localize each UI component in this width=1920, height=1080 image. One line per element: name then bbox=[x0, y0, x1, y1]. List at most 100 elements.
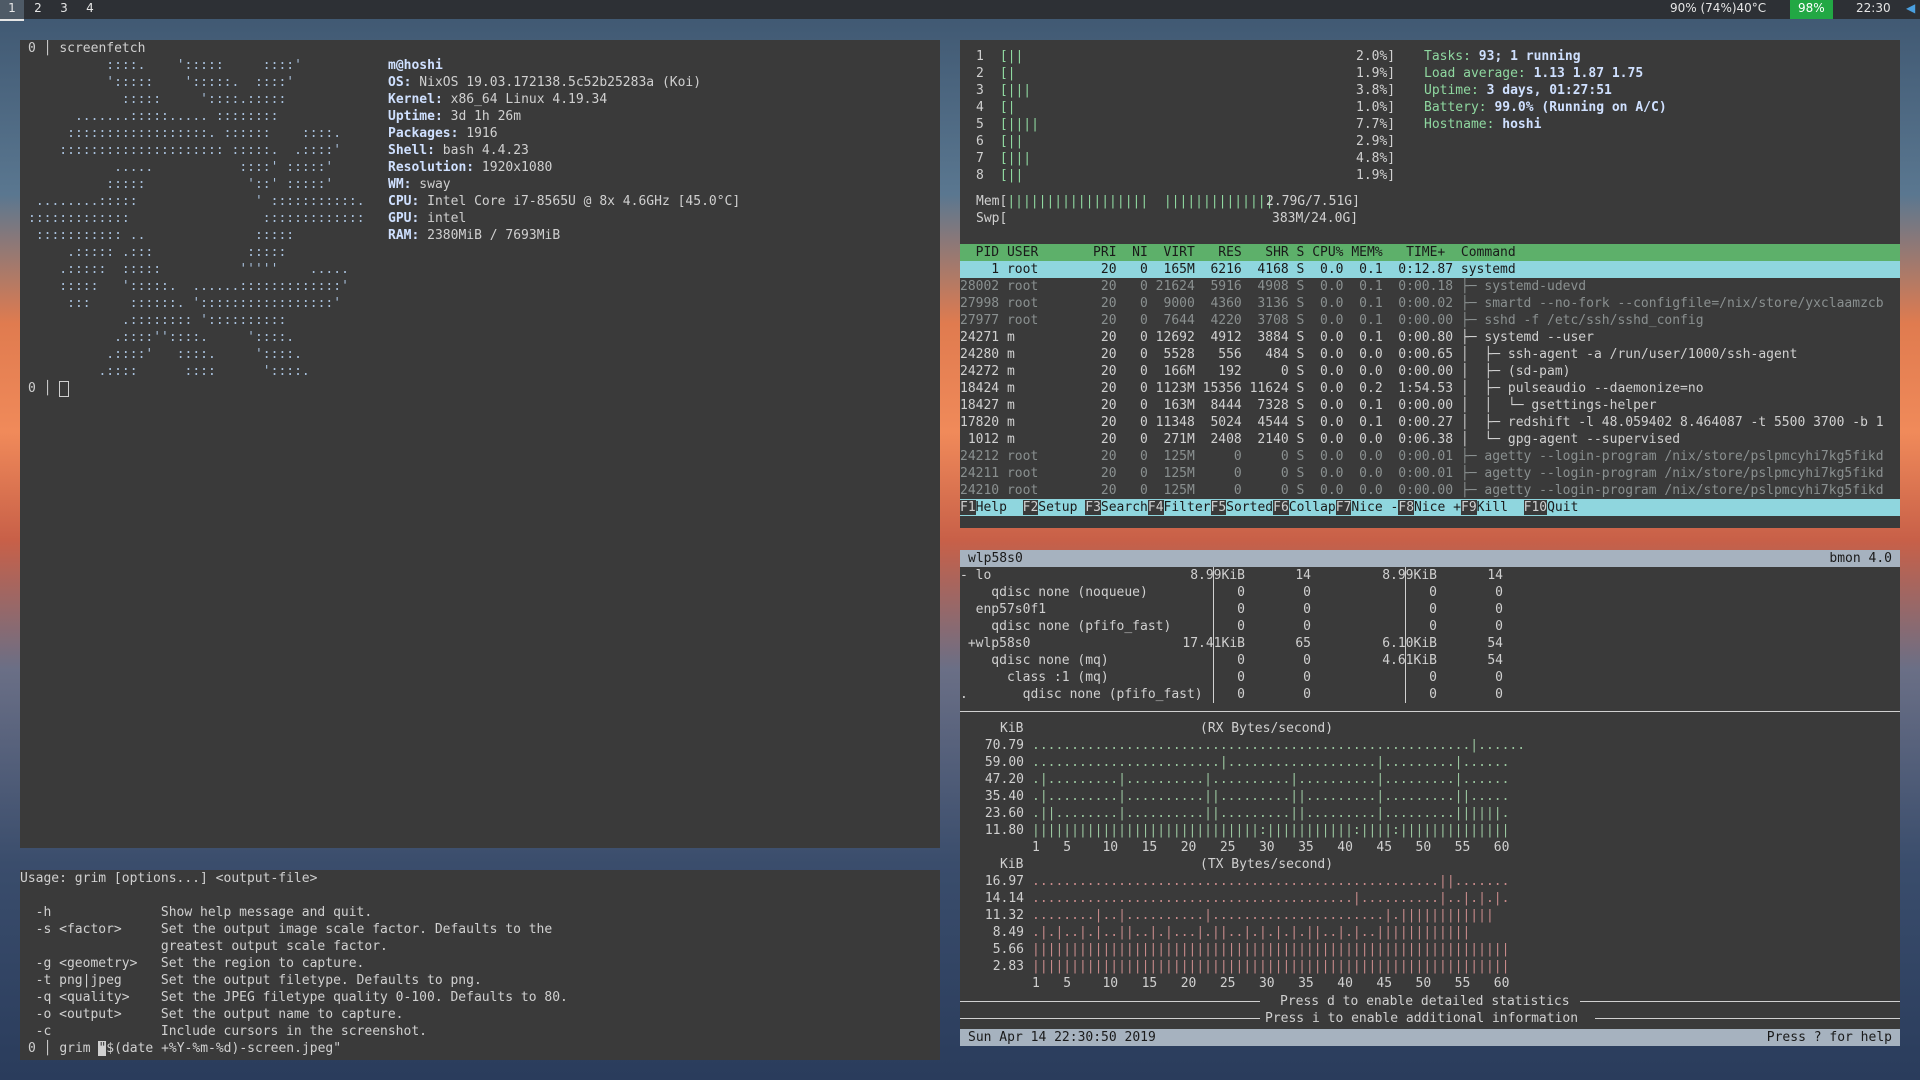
ascii-line: '::::: ':::::. ::::' bbox=[28, 75, 295, 90]
process-row[interactable]: 24210 root 20 0 125M 0 0 S 0.0 0.0 0:00.… bbox=[960, 482, 1900, 499]
process-row[interactable]: 27998 root 20 0 9000 4360 3136 S 0.0 0.1… bbox=[960, 295, 1900, 312]
summary-row: Tasks: 93; 1 running bbox=[1424, 48, 1581, 65]
fkey-f2[interactable]: F2 bbox=[1022, 500, 1039, 515]
cpu-number: 5 bbox=[976, 117, 984, 132]
tray-arrow-icon[interactable]: ◀ bbox=[1906, 0, 1915, 19]
info-row: OS: NixOS 19.03.172138.5c52b25283a (Koi) bbox=[388, 74, 701, 91]
process-row[interactable]: 24212 root 20 0 125M 0 0 S 0.0 0.0 0:00.… bbox=[960, 448, 1900, 465]
ascii-line: ::::::::::::::::::::: :::::. .::::' bbox=[28, 143, 342, 158]
fkey-f8[interactable]: F8 bbox=[1398, 500, 1415, 515]
cpu-meter: 7 [||| 4.8%] bbox=[976, 150, 1416, 167]
process-table-header[interactable]: PID USER PRI NI VIRT RES SHR S CPU% MEM%… bbox=[960, 244, 1900, 261]
cpu-number: 6 bbox=[976, 134, 984, 149]
fkey-f3[interactable]: F3 bbox=[1085, 500, 1101, 515]
rx-bytes: 0 bbox=[1237, 670, 1245, 685]
process-row[interactable]: 24280 m 20 0 5528 556 484 S 0.0 0.0 0:00… bbox=[960, 346, 1900, 363]
rx-bytes: 8.99KiB bbox=[1190, 568, 1245, 583]
fkey-label[interactable]: Quit bbox=[1547, 500, 1829, 515]
msg-line-left-2 bbox=[960, 1018, 1260, 1019]
footer-help: Press ? for help bbox=[1766, 1030, 1892, 1045]
workspace-2-button[interactable]: 2 bbox=[26, 0, 50, 19]
fkey-label[interactable]: Help bbox=[975, 500, 1023, 515]
fkey-f1[interactable]: F1 bbox=[960, 500, 976, 515]
ascii-line: .:::: :::: '::::. bbox=[28, 364, 310, 379]
summary-row: Hostname: hoshi bbox=[1424, 116, 1541, 133]
interface-name: qdisc none (mq) bbox=[960, 653, 1109, 668]
ascii-line: ::: ::::::. ':::::::::::::::::' bbox=[28, 296, 342, 311]
fkey-f6[interactable]: F6 bbox=[1273, 500, 1289, 515]
process-row[interactable]: 28002 root 20 0 21624 5916 4908 S 0.0 0.… bbox=[960, 278, 1900, 295]
summary-key: Load average: bbox=[1424, 66, 1534, 81]
workspace-3-button[interactable]: 3 bbox=[52, 0, 76, 19]
process-row[interactable]: 18424 m 20 0 1123M 15356 11624 S 0.0 0.2… bbox=[960, 380, 1900, 397]
info-value: Intel Core i7-8565U @ 8x 4.6GHz [45.0°C] bbox=[419, 194, 741, 209]
msg-line-right-2 bbox=[1595, 1018, 1900, 1019]
tx-bytes: 4.61KiB bbox=[1382, 653, 1437, 668]
mem-bar: |||||||||||||||||| |||||||||||||| bbox=[1007, 194, 1274, 209]
workspace-4-button[interactable]: 4 bbox=[78, 0, 102, 19]
ascii-line: .::::' ::::. '::::. bbox=[28, 347, 302, 362]
fkey-f7[interactable]: F7 bbox=[1335, 500, 1352, 515]
tx-bytes: 0 bbox=[1429, 687, 1437, 702]
tx-packets: 0 bbox=[1495, 619, 1503, 634]
fkey-label[interactable]: Nice - bbox=[1351, 500, 1399, 515]
usage-line: -h Show help message and quit. bbox=[20, 905, 373, 920]
process-row[interactable]: 27977 root 20 0 7644 4220 3708 S 0.0 0.1… bbox=[960, 312, 1900, 329]
tx-packets: 0 bbox=[1495, 602, 1503, 617]
fkey-label[interactable]: Nice + bbox=[1414, 500, 1461, 515]
status-clock: 22:30 bbox=[1856, 1, 1891, 15]
info-value: bash 4.4.23 bbox=[434, 143, 529, 158]
cpu-percent: 7.7%] bbox=[1356, 117, 1396, 132]
ascii-line: .:::::::: ':::::::::: bbox=[28, 313, 287, 328]
fkey-label[interactable]: Kill bbox=[1476, 500, 1524, 515]
rx-y-tick: 70.79 bbox=[984, 738, 1024, 753]
process-row[interactable]: 1012 m 20 0 271M 2408 2140 S 0.0 0.0 0:0… bbox=[960, 431, 1900, 448]
rx-packets: 0 bbox=[1303, 602, 1311, 617]
process-row[interactable]: 1 root 20 0 165M 6216 4168 S 0.0 0.1 0:1… bbox=[960, 261, 1900, 278]
fkey-label[interactable]: Setup bbox=[1038, 500, 1086, 515]
process-row[interactable]: 24271 m 20 0 12692 4912 3884 S 0.0 0.1 0… bbox=[960, 329, 1900, 346]
tx-graph-row: ||||||||||||||||||||||||||||||||||||||||… bbox=[1032, 942, 1510, 957]
process-row[interactable]: 24272 m 20 0 166M 192 0 S 0.0 0.0 0:00.0… bbox=[960, 363, 1900, 380]
process-row[interactable]: 24211 root 20 0 125M 0 0 S 0.0 0.0 0:00.… bbox=[960, 465, 1900, 482]
usage-line: -t png|jpeg Set the output filetype. Def… bbox=[20, 973, 482, 988]
info-row: Kernel: x86_64 Linux 4.19.34 bbox=[388, 91, 607, 108]
fkey-f9[interactable]: F9 bbox=[1461, 500, 1477, 515]
bmon-terminal[interactable]: wlp58s0 bmon 4.0 - lo 8.99KiB 14 8.99KiB 14 q… bbox=[960, 550, 1900, 1046]
info-key: Resolution: bbox=[388, 160, 475, 175]
rx-packets: 0 bbox=[1303, 670, 1311, 685]
ascii-line: ........::::: ' :::::::::::. bbox=[28, 194, 365, 209]
fkey-label[interactable]: Filter bbox=[1163, 500, 1211, 515]
info-key: WM: bbox=[388, 177, 412, 192]
ascii-line: ::::: '::::.::::: bbox=[28, 92, 287, 107]
rx-graph-row: |||||||||||||||||||||||||||||:||||||||||… bbox=[1032, 823, 1510, 838]
cpu-bar: [| bbox=[999, 100, 1016, 115]
fkey-f10[interactable]: F10 bbox=[1523, 500, 1548, 515]
fkey-label[interactable]: Search bbox=[1100, 500, 1148, 515]
process-row[interactable]: 17820 m 20 0 11348 5024 4544 S 0.0 0.1 0… bbox=[960, 414, 1900, 431]
screenfetch-terminal[interactable]: 0 │ screenfetch ::::. '::::: ::::' '::::… bbox=[20, 40, 940, 848]
htop-terminal[interactable]: 1 [|| 2.0%] 2 [| 1.9%] 3 [||| 3.8%] 4 [| 1.0%] 5 [|||… bbox=[960, 40, 1900, 528]
fkey-label[interactable]: Collap bbox=[1288, 500, 1336, 515]
rx-y-tick: 11.80 bbox=[984, 823, 1024, 838]
function-key-bar: F1Help F2Setup F3SearchF4FilterF5SortedF… bbox=[960, 499, 1900, 516]
prompt-line-2: 0 │ bbox=[28, 380, 70, 397]
process-row[interactable]: 18427 m 20 0 163M 8444 7328 S 0.0 0.1 0:… bbox=[960, 397, 1900, 414]
cpu-meter: 6 [|| 2.9%] bbox=[976, 133, 1416, 150]
grim-command-post: $(date +%Y-%m-%d)-screen.jpeg" bbox=[106, 1041, 342, 1056]
grim-terminal[interactable]: Usage: grim [options...] <output-file> -… bbox=[20, 870, 940, 1060]
fkey-f4[interactable]: F4 bbox=[1147, 500, 1164, 515]
usage-line: -o <output> Set the output name to captu… bbox=[20, 1007, 404, 1022]
rx-packets: 0 bbox=[1303, 687, 1311, 702]
summary-row: Uptime: 3 days, 01:27:51 bbox=[1424, 82, 1612, 99]
bmon-version: bmon 4.0 bbox=[1829, 551, 1892, 566]
rx-unit: KiB bbox=[1000, 721, 1024, 736]
fkey-label[interactable]: Sorted bbox=[1226, 500, 1274, 515]
bmon-footer: Sun Apr 14 22:30:50 2019 Press ? for help bbox=[960, 1029, 1900, 1046]
info-row: RAM: 2380MiB / 7693MiB bbox=[388, 227, 560, 244]
cpu-bar: [||| bbox=[999, 151, 1032, 166]
grim-prompt-number: 0 bbox=[28, 1041, 36, 1056]
separator bbox=[960, 711, 1900, 712]
workspace-1-button[interactable]: 1 bbox=[0, 0, 24, 21]
fkey-f5[interactable]: F5 bbox=[1210, 500, 1227, 515]
